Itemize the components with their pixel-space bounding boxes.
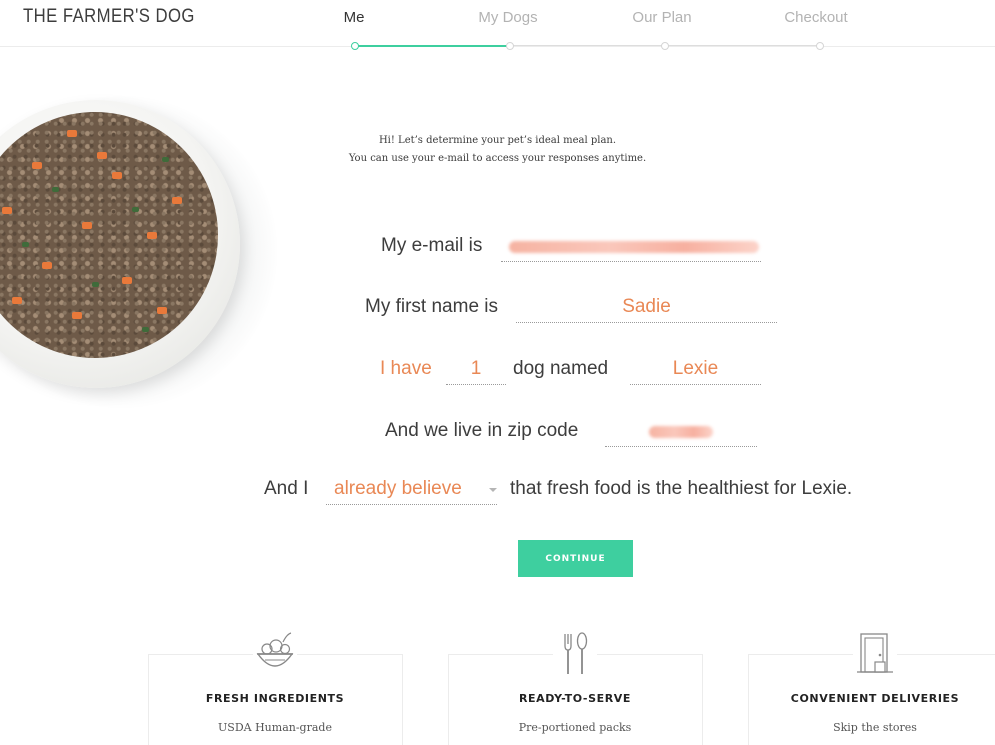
progress-dot-our-plan (661, 42, 669, 50)
step-my-dogs[interactable]: My Dogs (478, 9, 537, 26)
belief-prefix: And I (264, 478, 309, 499)
zip-label: And we live in zip code (385, 420, 579, 441)
feature-subtitle-fresh: USDA Human-grade (218, 721, 332, 734)
belief-select[interactable]: already believe (326, 474, 497, 505)
progress-dot-checkout (816, 42, 824, 50)
feature-title-ready: READY-TO-SERVE (518, 692, 632, 705)
salad-bowl-icon (253, 630, 297, 676)
feature-title-deliveries: CONVENIENT DELIVERIES (790, 692, 960, 705)
progress-dot-me (351, 42, 359, 50)
email-field[interactable] (501, 231, 761, 262)
intro-line-2: You can use your e-mail to access your r… (348, 153, 647, 164)
dog-named-label: dog named (513, 358, 609, 379)
feature-subtitle-deliveries: Skip the stores (833, 721, 917, 734)
step-checkout[interactable]: Checkout (784, 9, 847, 26)
belief-select-value: already believe (334, 478, 462, 499)
zip-code-field[interactable] (605, 416, 757, 447)
door-delivery-icon (853, 630, 897, 676)
feature-title-fresh: FRESH INGREDIENTS (205, 692, 345, 705)
header: THE FARMER'S DOG Me My Dogs Our Plan Che… (0, 0, 995, 47)
dog-name-field[interactable]: Lexie (630, 354, 761, 385)
progress-dot-my-dogs (506, 42, 514, 50)
first-name-label: My first name is (365, 296, 499, 317)
chevron-down-icon (489, 488, 497, 492)
step-our-plan[interactable]: Our Plan (632, 9, 691, 26)
logo[interactable]: THE FARMER'S DOG (23, 6, 195, 28)
belief-suffix: that fresh food is the healthiest for Le… (510, 478, 853, 499)
progress-fill (355, 45, 510, 47)
fork-spoon-icon (553, 630, 597, 676)
first-name-field[interactable]: Sadie (516, 292, 777, 323)
intro-text: Hi! Let’s determine your pet’s ideal mea… (0, 132, 995, 168)
dog-count-field[interactable]: 1 (446, 354, 506, 385)
have-label: I have (380, 358, 432, 379)
email-label: My e-mail is (381, 235, 483, 256)
intro-line-1: Hi! Let’s determine your pet’s ideal mea… (378, 135, 617, 146)
step-me[interactable]: Me (344, 9, 365, 26)
continue-button[interactable]: CONTINUE (518, 540, 633, 577)
feature-subtitle-ready: Pre-portioned packs (518, 721, 632, 734)
redacted-zip (649, 426, 713, 438)
redacted-email (509, 241, 759, 253)
